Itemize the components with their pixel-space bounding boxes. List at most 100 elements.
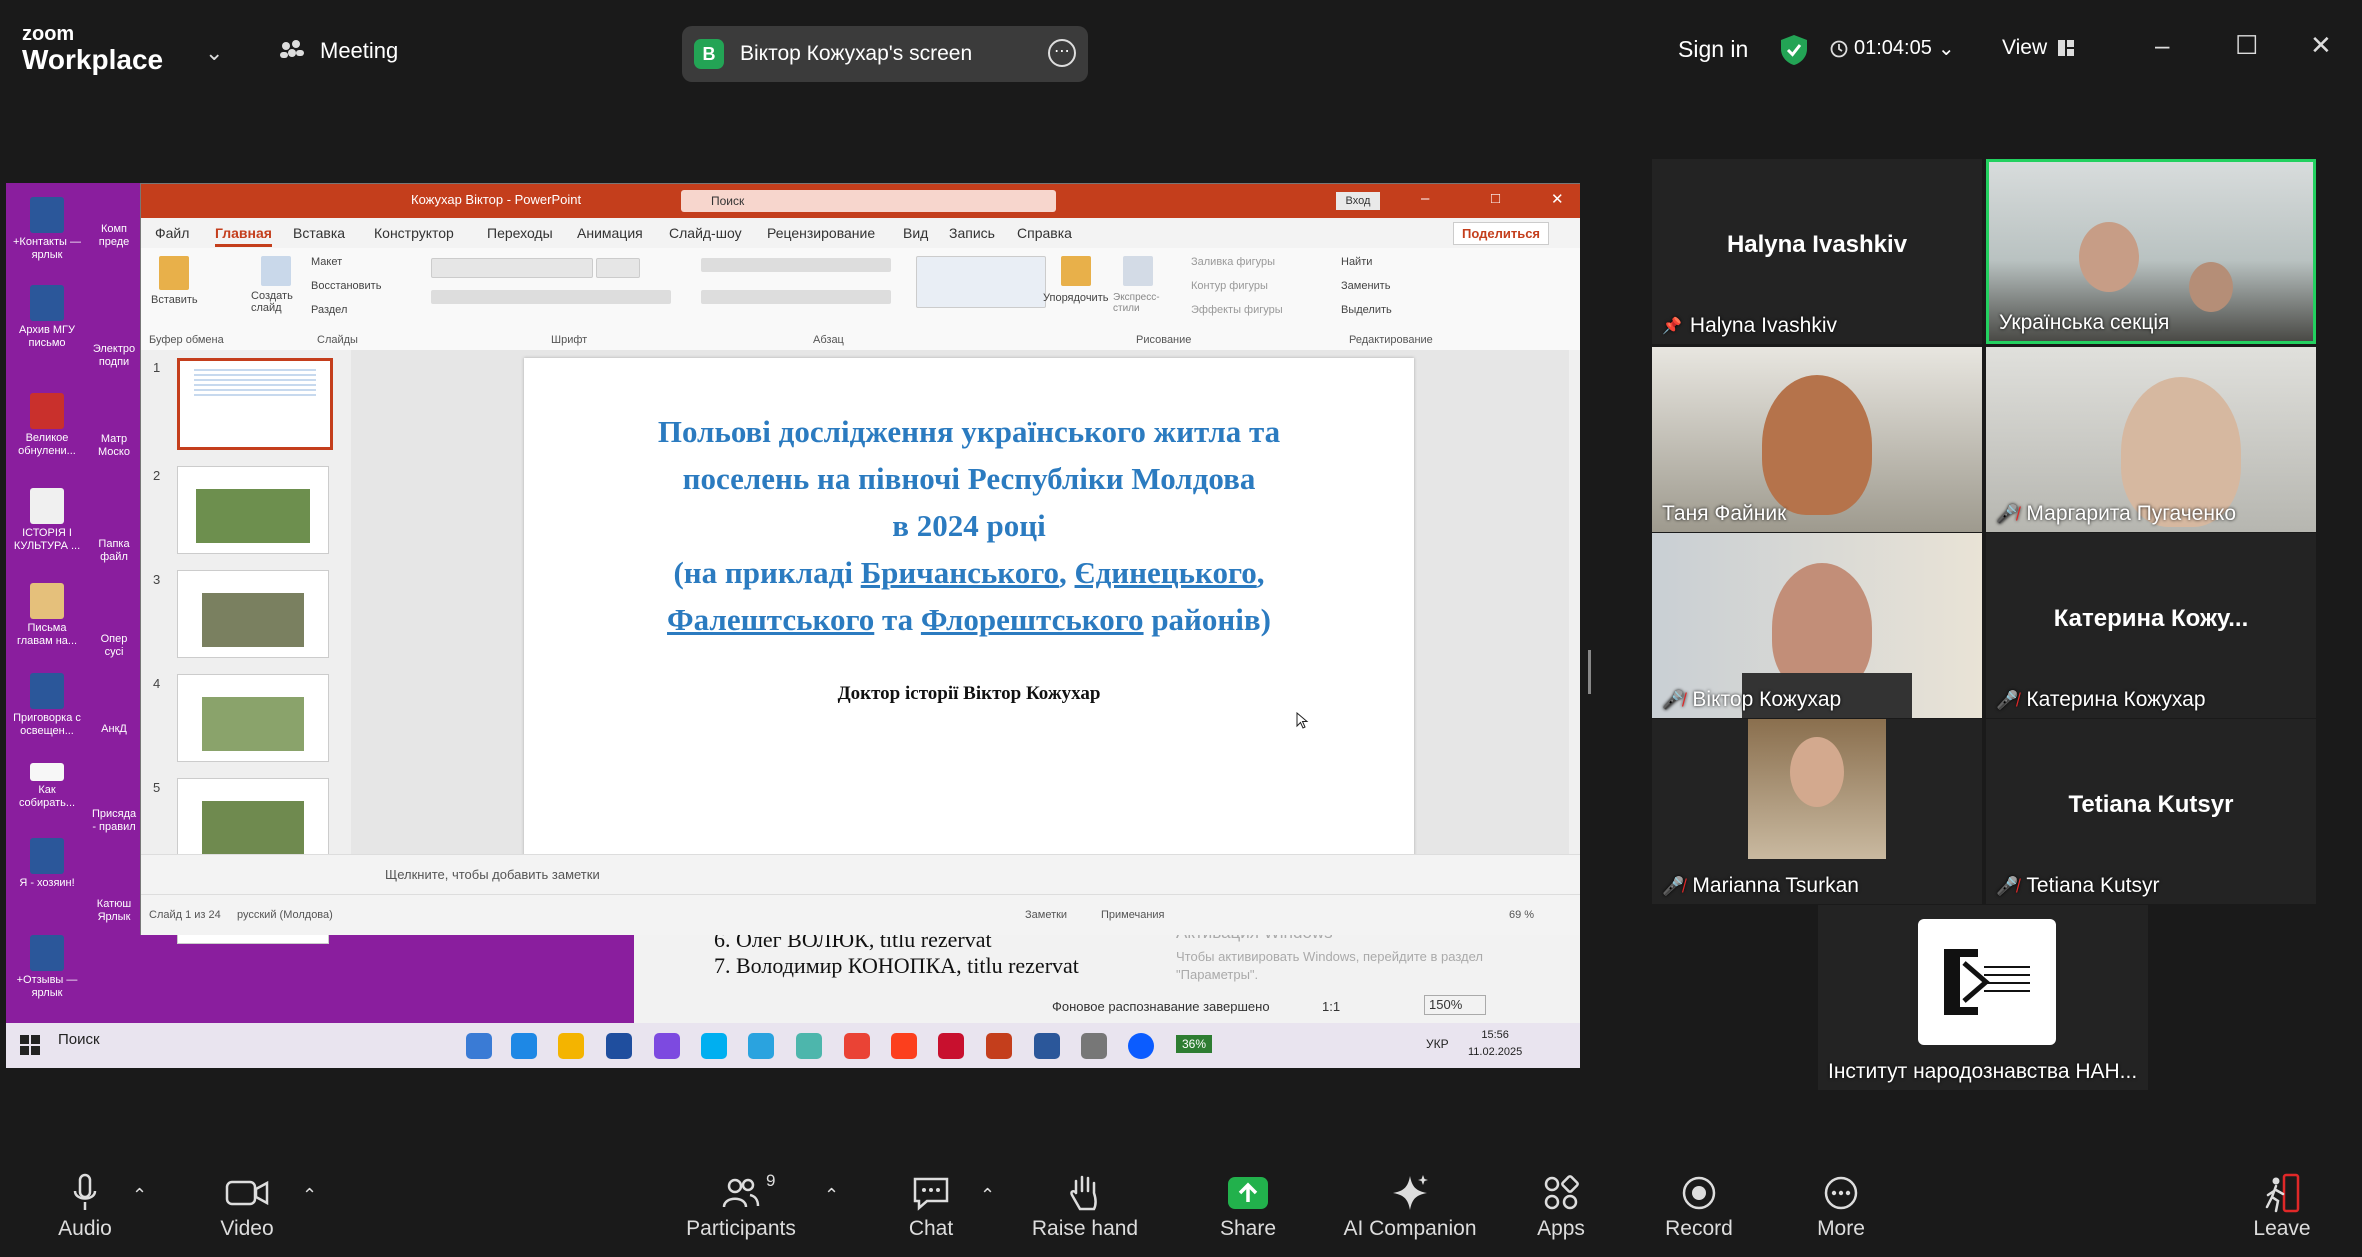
tab-insert[interactable]: Вставка (293, 225, 345, 241)
ppt-search-box[interactable]: Поиск (681, 190, 1056, 212)
ppt-login-button[interactable]: Вход (1336, 192, 1380, 210)
chevron-up-icon[interactable]: ⌃ (132, 1185, 147, 1206)
notes-toggle[interactable]: Заметки (1025, 909, 1067, 921)
powerpoint-icon[interactable] (986, 1033, 1012, 1059)
folder-icon[interactable] (558, 1033, 584, 1059)
participants-button[interactable]: 9 Participants (686, 1169, 796, 1241)
settings-icon[interactable] (1081, 1033, 1107, 1059)
edge-icon[interactable] (511, 1033, 537, 1059)
desktop-icon[interactable]: Комп преде (92, 223, 136, 248)
keyboard-language[interactable]: УКР (1426, 1037, 1449, 1051)
comments-toggle[interactable]: Примечания (1101, 909, 1165, 921)
desktop-icon[interactable]: Папка файл (92, 538, 136, 563)
zoom-app-icon[interactable] (1128, 1033, 1154, 1059)
meeting-timer[interactable]: 01:04:05 ⌄ (1830, 36, 1955, 61)
paragraph-align-buttons[interactable] (701, 290, 891, 304)
tab-animations[interactable]: Анимация (577, 225, 643, 241)
slide-scrollbar[interactable] (1569, 350, 1580, 854)
chat-button[interactable]: Chat (898, 1169, 964, 1241)
app-icon[interactable] (606, 1033, 632, 1059)
audio-button[interactable]: Audio (50, 1169, 120, 1241)
more-button[interactable]: More (1812, 1169, 1870, 1241)
desktop-icon[interactable]: Как собирать... (12, 763, 82, 809)
tab-view[interactable]: Вид (903, 225, 928, 241)
tab-file[interactable]: Файл (155, 225, 189, 241)
encryption-shield-icon[interactable] (1780, 34, 1808, 66)
desktop-icon[interactable]: +Контакты — ярлык (12, 197, 82, 261)
tab-review[interactable]: Рецензирование (767, 225, 875, 241)
taskbar-search[interactable]: Поиск (58, 1031, 100, 1048)
notes-pane[interactable]: Щелкните, чтобы добавить заметки (141, 854, 1580, 895)
desktop-icon[interactable]: Я - хозяин! (12, 838, 82, 890)
meeting-menu[interactable]: Meeting (278, 38, 398, 64)
desktop-icon[interactable]: +Отзывы — ярлык (12, 935, 82, 999)
new-slide-icon[interactable] (261, 256, 291, 286)
tab-design[interactable]: Конструктор (374, 225, 454, 241)
slide-thumbnail-4[interactable] (177, 674, 329, 762)
section-button[interactable]: Раздел (311, 304, 347, 316)
desktop-icon[interactable]: Присяда - правил (92, 808, 136, 833)
font-size-select[interactable] (596, 258, 640, 278)
viber-icon[interactable] (654, 1033, 680, 1059)
close-icon[interactable]: ✕ (1551, 190, 1564, 208)
participant-tile-active[interactable]: Українська секція (1986, 159, 2316, 344)
share-button[interactable]: Share (1210, 1169, 1286, 1241)
shapes-gallery[interactable] (916, 256, 1046, 308)
zoom-level[interactable]: 69 % (1509, 909, 1534, 921)
tab-home[interactable]: Главная (215, 225, 272, 247)
participant-tile[interactable]: Таня Файник (1652, 347, 1982, 532)
screen-share-pill[interactable]: B Віктор Кожухар's screen ⋯ (682, 26, 1088, 82)
participant-tile[interactable]: Інститут народознавства НАН... (1818, 905, 2148, 1090)
participant-tile[interactable]: 🎤̸ Маргарита Пугаченко (1986, 347, 2316, 532)
current-slide[interactable]: Польові дослідження українського житла т… (524, 358, 1414, 858)
taskbar-clock[interactable]: 15:56 11.02.2025 (1468, 1027, 1522, 1061)
app-icon[interactable] (938, 1033, 964, 1059)
tab-slideshow[interactable]: Слайд-шоу (669, 225, 742, 241)
desktop-icon[interactable]: ІСТОРІЯ І КУЛЬТУРА ... (12, 488, 82, 552)
record-button[interactable]: Record (1664, 1169, 1734, 1241)
paste-icon[interactable] (159, 256, 189, 290)
tab-transitions[interactable]: Переходы (487, 225, 553, 241)
video-button[interactable]: Video (210, 1169, 284, 1241)
desktop-icon[interactable]: Архив МГУ письмо (12, 285, 82, 349)
chevron-up-icon[interactable]: ⌃ (980, 1185, 995, 1206)
ratio-label[interactable]: 1:1 (1322, 999, 1340, 1014)
find-button[interactable]: Найти (1341, 256, 1372, 268)
layout-button[interactable]: Макет (311, 256, 342, 268)
participant-tile[interactable]: Катерина Кожу... 🎤̸ Катерина Кожухар (1986, 533, 2316, 718)
slide-thumbnail-2[interactable] (177, 466, 329, 554)
zoom-workplace-logo[interactable]: zoom Workplace (22, 24, 163, 74)
chevron-up-icon[interactable]: ⌃ (824, 1185, 839, 1206)
telegram-icon[interactable] (748, 1033, 774, 1059)
participant-tile[interactable]: Tetiana Kutsyr 🎤̸ Tetiana Kutsyr (1986, 719, 2316, 904)
battery-indicator[interactable]: 36% (1176, 1035, 1213, 1053)
desktop-icon[interactable]: Великое обнулени... (12, 393, 82, 457)
raise-hand-button[interactable]: Raise hand (1030, 1169, 1140, 1241)
leave-button[interactable]: Leave (2252, 1169, 2312, 1241)
windows-start-icon[interactable] (20, 1035, 40, 1055)
desktop-icon[interactable]: АнкД (92, 723, 136, 736)
app-icon[interactable] (796, 1033, 822, 1059)
shape-effects-button[interactable]: Эффекты фигуры (1191, 304, 1283, 316)
doc-zoom-select[interactable]: 150% (1424, 995, 1486, 1015)
desktop-icon[interactable]: Электро подпи (92, 343, 136, 368)
ppt-share-button[interactable]: Поделиться (1453, 222, 1550, 245)
tab-help[interactable]: Справка (1017, 225, 1072, 241)
desktop-icon[interactable]: Приговорка с освещен... (12, 673, 82, 737)
chrome-icon[interactable] (844, 1033, 870, 1059)
language-status[interactable]: русский (Молдова) (237, 909, 333, 921)
word-icon[interactable] (1034, 1033, 1060, 1059)
quick-styles-icon[interactable] (1123, 256, 1153, 286)
desktop-icon[interactable]: Катюш Ярлык (92, 898, 136, 923)
shape-outline-button[interactable]: Контур фигуры (1191, 280, 1268, 292)
apps-button[interactable]: Apps (1530, 1169, 1592, 1241)
minimize-icon[interactable]: – (2155, 30, 2169, 61)
close-icon[interactable]: ✕ (2310, 30, 2332, 61)
font-format-buttons[interactable] (431, 290, 671, 304)
participant-tile[interactable]: 🎤̸ Marianna Tsurkan (1652, 719, 1982, 904)
skype-icon[interactable] (701, 1033, 727, 1059)
view-button[interactable]: View (2002, 36, 2075, 60)
desktop-icon[interactable]: Письма главам на... (12, 583, 82, 647)
sign-in-button[interactable]: Sign in (1678, 36, 1748, 63)
tab-record[interactable]: Запись (949, 225, 995, 241)
